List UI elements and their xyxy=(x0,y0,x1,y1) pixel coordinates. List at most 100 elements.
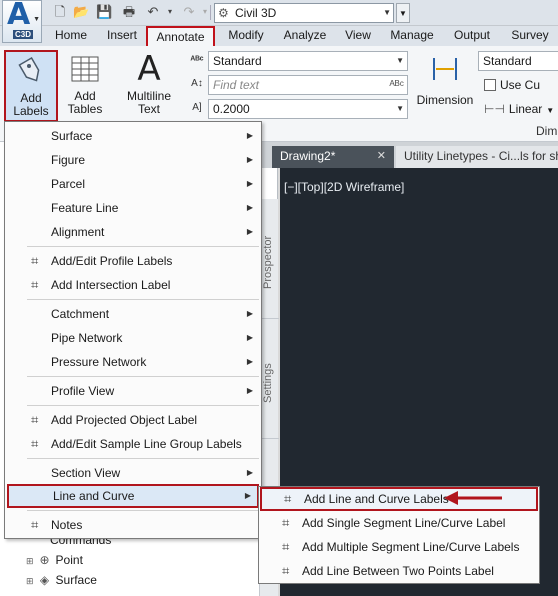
tab-settings[interactable]: Settings xyxy=(260,319,279,439)
title-bar: A C3D ▼ 🗋 📂 💾 🖶 ↶ ▾ ↷ ▾ ⚙ Civil 3D ▼ ▼ xyxy=(0,0,558,43)
add-tables-button[interactable]: Add Tables xyxy=(62,50,108,122)
add-labels-label-line2: Labels xyxy=(13,104,49,118)
qat-customize-button[interactable]: ▼ xyxy=(396,3,410,23)
workspace-selector[interactable]: ⚙ Civil 3D ▼ xyxy=(214,3,394,23)
spell-check-icon[interactable]: ᴬᴮᶜ xyxy=(188,52,206,70)
menu-item-figure[interactable]: Figure ▶ xyxy=(7,148,259,172)
menu-item-catchment[interactable]: Catchment ▶ xyxy=(7,302,259,326)
menu-item-section-view[interactable]: Section View ▶ xyxy=(7,461,259,485)
new-file-icon[interactable]: 🗋 xyxy=(52,4,68,20)
tab-modify[interactable]: Modify xyxy=(218,26,274,46)
submenu-arrow-icon: ▶ xyxy=(246,468,253,477)
find-icon[interactable]: ᴬᴮᶜ xyxy=(389,76,404,94)
chevron-down-icon: ▼ xyxy=(396,56,404,65)
menu-item-add-intersection-label[interactable]: ⌗ Add Intersection Label xyxy=(7,273,259,297)
menu-item-notes[interactable]: ⌗ Notes xyxy=(7,513,259,537)
ribbon-tabs: Home Insert Annotate Modify Analyze View… xyxy=(0,26,558,46)
menu-item-alignment[interactable]: Alignment ▶ xyxy=(7,220,259,244)
menu-separator xyxy=(27,405,259,406)
text-height-value: 0.2000 xyxy=(213,102,250,116)
viewport-controls[interactable]: [−][Top][2D Wireframe] xyxy=(284,180,404,194)
text-style-value: Standard xyxy=(213,54,262,68)
tab-home[interactable]: Home xyxy=(48,26,94,46)
tree-item-surface[interactable]: ⊞ ◈ Surface xyxy=(26,573,97,587)
submenu-item-add-multiple-segment-labels[interactable]: ⌗ Add Multiple Segment Line/Curve Labels xyxy=(260,535,538,559)
redo-icon[interactable]: ↷ xyxy=(181,4,197,20)
expand-icon[interactable]: ⊞ xyxy=(26,576,34,586)
submenu-arrow-icon: ▶ xyxy=(244,491,251,500)
menu-item-add-projected-object-label[interactable]: ⌗ Add Projected Object Label xyxy=(7,408,259,432)
menu-separator xyxy=(27,458,259,459)
application-menu-button[interactable]: A C3D ▼ xyxy=(2,0,42,43)
workspace-name: Civil 3D xyxy=(235,6,277,20)
point-icon: ⊕ xyxy=(39,553,50,567)
submenu-arrow-icon: ▶ xyxy=(246,333,253,342)
menu-separator xyxy=(27,376,259,377)
tab-utility-linetypes[interactable]: Utility Linetypes - Ci...ls for sh xyxy=(396,146,558,168)
menu-item-parcel[interactable]: Parcel ▶ xyxy=(7,172,259,196)
submenu-item-add-line-between-two-points-label[interactable]: ⌗ Add Line Between Two Points Label xyxy=(260,559,538,583)
menu-item-line-and-curve[interactable]: Line and Curve ▶ xyxy=(7,484,259,508)
find-text-input[interactable]: Find text ᴬᴮᶜ xyxy=(208,75,408,95)
text-height-icon: A↕ xyxy=(191,78,203,89)
submenu-arrow-icon: ▶ xyxy=(246,386,253,395)
dimension-button[interactable]: Dimension xyxy=(414,50,476,122)
menu-item-surface[interactable]: Surface ▶ xyxy=(7,124,259,148)
tab-survey[interactable]: Survey xyxy=(502,26,558,46)
chevron-down-icon: ▼ xyxy=(383,8,391,17)
label-tag-icon: ⌗ xyxy=(284,491,292,506)
tab-insert[interactable]: Insert xyxy=(98,26,146,46)
expand-icon[interactable]: ⊞ xyxy=(26,556,34,566)
checkbox-box[interactable] xyxy=(484,79,496,91)
toolbar-separator xyxy=(210,5,211,20)
menu-item-add-edit-sample-line-group-labels[interactable]: ⌗ Add/Edit Sample Line Group Labels xyxy=(7,432,259,456)
tab-manage[interactable]: Manage xyxy=(382,26,442,46)
menu-item-profile-view[interactable]: Profile View ▶ xyxy=(7,379,259,403)
label-tag-icon: ⌗ xyxy=(31,517,39,532)
linear-dim-button[interactable]: ⊢⊣ Linear ▼ xyxy=(484,102,554,116)
label-tag-icon: ⌗ xyxy=(31,436,39,451)
tree-item-point[interactable]: ⊞ ⊕ Point xyxy=(26,553,83,567)
submenu-arrow-icon: ▶ xyxy=(246,131,253,140)
menu-item-pipe-network[interactable]: Pipe Network ▶ xyxy=(7,326,259,350)
menu-separator xyxy=(27,299,259,300)
print-icon[interactable]: 🖶 xyxy=(121,4,137,20)
tab-annotate[interactable]: Annotate xyxy=(146,26,215,46)
use-current-checkbox[interactable]: Use Cu xyxy=(484,78,540,92)
tab-output[interactable]: Output xyxy=(444,26,500,46)
tab-view[interactable]: View xyxy=(336,26,380,46)
text-style-select[interactable]: Standard ▼ xyxy=(208,51,408,71)
label-tag-icon: ⌗ xyxy=(31,253,39,268)
menu-item-add-edit-profile-labels[interactable]: ⌗ Add/Edit Profile Labels xyxy=(7,249,259,273)
menu-separator xyxy=(27,510,259,511)
dim-style-value: Standard xyxy=(483,54,532,68)
add-labels-button[interactable]: Add Labels xyxy=(4,50,58,122)
label-tag-icon: ⌗ xyxy=(31,412,39,427)
close-icon[interactable]: ✕ xyxy=(377,146,386,166)
text-height-select[interactable]: 0.2000 ▼ xyxy=(208,99,408,119)
text-frame-icon: A] xyxy=(192,102,202,113)
label-tag-icon: ⌗ xyxy=(282,563,290,578)
tab-analyze[interactable]: Analyze xyxy=(276,26,334,46)
app-logo-icon: A xyxy=(7,0,31,32)
red-annotation-arrow-icon xyxy=(444,491,502,505)
tab-drawing2[interactable]: Drawing2* ✕ xyxy=(272,146,394,168)
dim-style-select[interactable]: Standard xyxy=(478,51,558,71)
linear-label: Linear xyxy=(508,102,543,116)
submenu-item-add-single-segment-label[interactable]: ⌗ Add Single Segment Line/Curve Label xyxy=(260,511,538,535)
undo-dropdown-icon[interactable]: ▾ xyxy=(162,4,178,20)
open-folder-icon[interactable]: 📂 xyxy=(73,4,89,20)
undo-icon[interactable]: ↶ xyxy=(145,4,161,20)
find-text-placeholder: Find text xyxy=(213,78,260,92)
save-icon[interactable]: 💾 xyxy=(96,4,112,20)
dimension-label: Dimension xyxy=(416,93,474,107)
menu-item-pressure-network[interactable]: Pressure Network ▶ xyxy=(7,350,259,374)
menu-item-feature-line[interactable]: Feature Line ▶ xyxy=(7,196,259,220)
tab-prospector[interactable]: Prospector xyxy=(260,199,279,319)
multiline-text-button[interactable]: A Multiline Text xyxy=(118,50,180,122)
label-tag-icon: ⌗ xyxy=(282,515,290,530)
chevron-down-icon: ▼ xyxy=(396,104,404,113)
submenu-arrow-icon: ▶ xyxy=(246,227,253,236)
document-tabs: Drawing2* ✕ Utility Linetypes - Ci...ls … xyxy=(260,142,558,168)
gear-icon: ⚙ xyxy=(218,6,229,20)
